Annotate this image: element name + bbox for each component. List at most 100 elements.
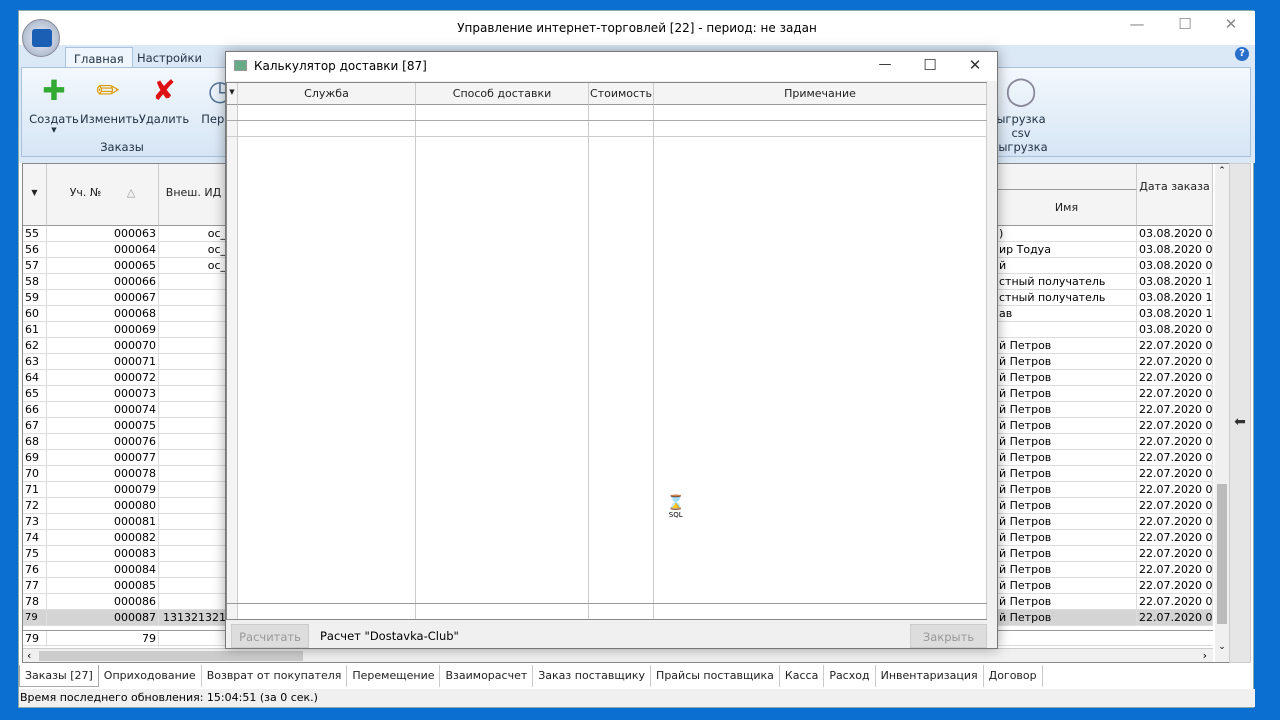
bottom-tab[interactable]: Возврат от покупателя [202,665,348,687]
new-row[interactable] [227,121,987,137]
plus-icon: ✚ [42,74,66,107]
name-cell: й Петров [997,434,1137,450]
num-cell: 000072 [47,370,159,386]
row-number: 63 [23,354,47,370]
num-cell: 000076 [47,434,159,450]
dialog-minimize-button[interactable]: — [862,52,908,82]
ext-id-cell [159,386,229,402]
header-service[interactable]: Служба [238,83,416,105]
status-bar: Время последнего обновления: 15:04:51 (з… [19,689,1255,707]
name-cell: ав [997,306,1137,322]
num-cell: 000070 [47,338,159,354]
name-cell: стный получатель [997,274,1137,290]
mail-icon [32,29,52,47]
window-icon [234,60,247,71]
horizontal-scrollbar[interactable]: ‹ › [23,648,1213,662]
name-cell: й Петров [997,418,1137,434]
row-number: 59 [23,290,47,306]
date-cell: 22.07.2020 00 [1139,450,1213,466]
ext-id-cell [159,562,229,578]
column-chooser[interactable]: ▼ [23,164,47,226]
bottom-tab[interactable]: Заказ поставщику [533,665,652,687]
row-number: 68 [23,434,47,450]
delete-x-icon: ✘ [152,74,176,107]
tab-settings[interactable]: Настройки [129,47,210,69]
num-cell: 000077 [47,450,159,466]
sort-asc-icon: △ [126,186,136,199]
row-number: 69 [23,450,47,466]
bottom-tab[interactable]: Заказы [27] [19,665,99,687]
header-note[interactable]: Примечание [654,83,987,105]
vertical-scrollbar[interactable]: ⌃ ⌄ [1215,164,1229,662]
ext-id-cell [159,530,229,546]
close-button[interactable]: ✕ [1208,11,1254,41]
ext-id-cell [159,306,229,322]
ext-id-cell [159,434,229,450]
bottom-tab[interactable]: Прайсы поставщика [651,665,780,687]
close-dialog-button[interactable]: Закрыть [910,624,987,648]
app-menu-button[interactable] [22,19,60,57]
row-number: 57 [23,258,47,274]
delete-button[interactable]: ✘ Удалить [136,74,192,126]
name-cell: й Петров [997,546,1137,562]
name-cell: й Петров [997,514,1137,530]
bottom-tab[interactable]: Касса [780,665,825,687]
bottom-tab[interactable]: Расход [824,665,876,687]
header-num[interactable]: Уч. № △ [47,164,159,226]
dialog-close-button[interactable]: ✕ [952,52,998,82]
date-cell: 22.07.2020 00 [1139,562,1213,578]
name-cell: й Петров [997,482,1137,498]
edit-button[interactable]: ✏ Изменить [80,74,139,126]
name-cell: й Петров [997,450,1137,466]
num-cell: 000083 [47,546,159,562]
delivery-grid: ▼ Служба Способ доставки Стоимость Приме… [226,82,987,620]
num-cell: 000082 [47,530,159,546]
minimize-button[interactable]: — [1114,11,1160,41]
date-cell: 03.08.2020 14 [1139,290,1213,306]
calculation-label: Расчет "Dostavka-Club" [320,629,459,643]
date-cell: 22.07.2020 00 [1139,546,1213,562]
bottom-tab[interactable]: Инвентаризация [876,665,984,687]
date-cell: 22.07.2020 00 [1139,354,1213,370]
name-cell: ир Тодуа [997,242,1137,258]
row-number: 58 [23,274,47,290]
ext-id-cell [159,370,229,386]
num-cell: 000074 [47,402,159,418]
bottom-tab[interactable]: Оприходование [99,665,202,687]
calculate-button[interactable]: Расчитать [231,624,309,648]
date-cell: 22.07.2020 00 [1139,418,1213,434]
tab-main[interactable]: Главная [65,47,133,69]
help-icon[interactable]: ? [1235,47,1249,61]
header-ext-id[interactable]: Внеш. ИД [159,164,229,226]
bottom-tab[interactable]: Перемещение [347,665,441,687]
side-panel-toggle[interactable]: ⬅ [1229,163,1251,663]
row-number: 75 [23,546,47,562]
pencil-icon: ✏ [96,74,120,107]
row-number: 71 [23,482,47,498]
header-cost[interactable]: Стоимость [589,83,654,105]
name-cell: й Петров [997,466,1137,482]
num-cell: 000075 [47,418,159,434]
maximize-button[interactable]: ☐ [1162,11,1208,41]
name-cell: й Петров [997,370,1137,386]
create-button[interactable]: ✚ Создать ▼ [26,74,82,134]
footer-row [227,603,987,619]
column-chooser[interactable]: ▼ [227,83,238,105]
date-cell: 03.08.2020 14 [1139,306,1213,322]
header-name[interactable]: Имя [997,190,1137,226]
filter-row[interactable] [227,105,987,121]
header-method[interactable]: Способ доставки [416,83,589,105]
ext-id-cell [159,418,229,434]
export-csv-button[interactable]: ◯ ыгрузка csv [996,74,1046,140]
name-cell: й Петров [997,594,1137,610]
date-cell: 22.07.2020 00 [1139,530,1213,546]
header-date[interactable]: Дата заказа [1137,164,1213,226]
num-cell: 000086 [47,594,159,610]
bottom-tab[interactable]: Взаиморасчет [440,665,534,687]
ext-id-cell [159,514,229,530]
bottom-tab[interactable]: Договор [984,665,1043,687]
row-number: 67 [23,418,47,434]
ext-id-cell: 131321321 [159,610,229,626]
date-cell: 22.07.2020 00 [1139,514,1213,530]
dialog-maximize-button[interactable]: ☐ [907,52,953,82]
